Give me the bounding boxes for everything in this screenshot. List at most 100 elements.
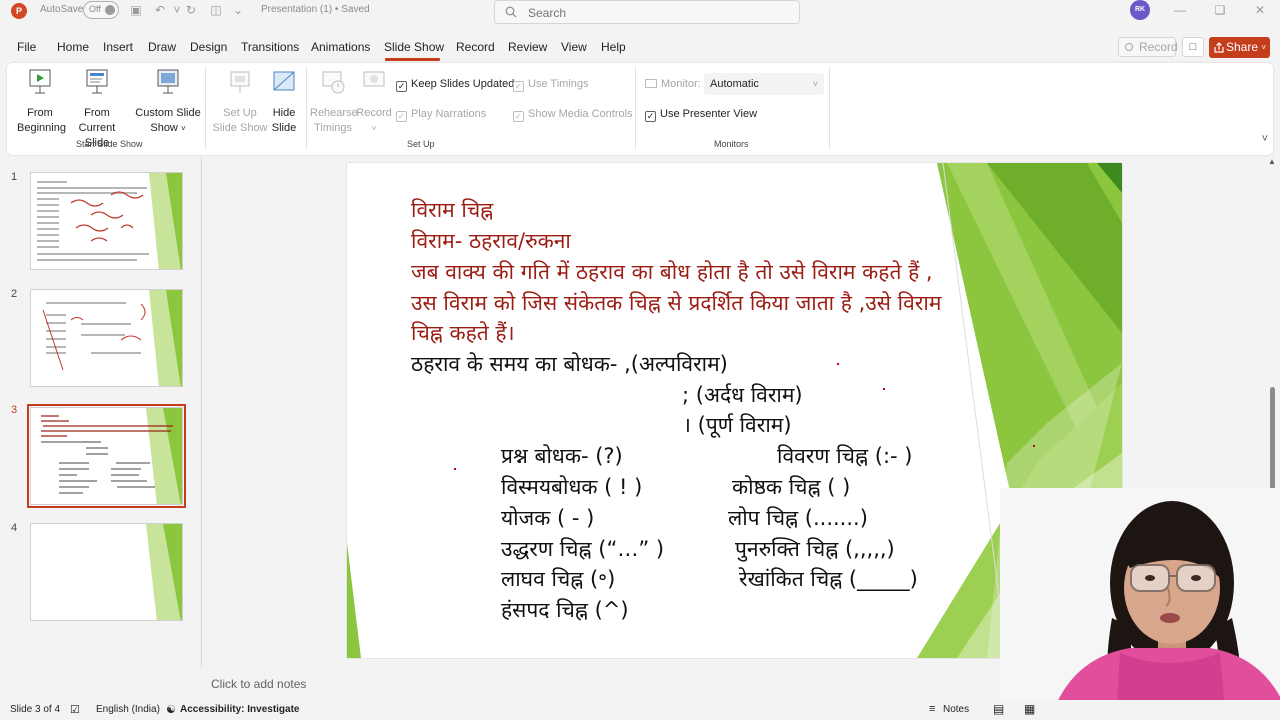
group-set-up: Set Up bbox=[407, 139, 435, 149]
tab-transitions[interactable]: Transitions bbox=[241, 40, 299, 54]
punctuation-item-left[interactable]: विस्मयबोधक ( ! ) bbox=[501, 473, 642, 501]
accessibility-status[interactable]: Accessibility: Investigate bbox=[180, 704, 300, 715]
slide-thumbnail-4[interactable] bbox=[30, 523, 183, 621]
thumbnail-1-preview bbox=[37, 173, 182, 269]
play-narrations-checkbox[interactable]: ✓ Play Narrations bbox=[396, 107, 486, 123]
group-separator bbox=[635, 67, 636, 149]
document-title[interactable]: Presentation (1) • Saved bbox=[261, 4, 370, 15]
ink-dot bbox=[1033, 445, 1035, 447]
scrollbar-thumb[interactable] bbox=[1270, 387, 1275, 492]
monitor-select[interactable]: Automatic ˅ bbox=[704, 73, 824, 95]
slide-sorter-icon[interactable]: ▦ bbox=[1024, 702, 1035, 716]
checkbox-checked-icon: ✓ bbox=[396, 111, 407, 122]
record-ribbon-label: Record bbox=[356, 107, 392, 119]
show-media-controls-checkbox[interactable]: ✓ Show Media Controls bbox=[513, 107, 633, 123]
rehearse-timings-button[interactable]: Rehearse Timings bbox=[310, 69, 358, 136]
definition-line-2[interactable]: उस विराम को जिस संकेतक चिह्न से प्रदर्शि… bbox=[411, 289, 941, 317]
presenter-webcam-overlay bbox=[1000, 488, 1280, 720]
thumbnail-number: 4 bbox=[11, 522, 18, 534]
pane-divider[interactable] bbox=[201, 157, 202, 667]
comments-button[interactable]: □ bbox=[1182, 37, 1204, 57]
search-icon bbox=[505, 6, 517, 18]
punctuation-item-right[interactable]: कोष्ठक चिह्न ( ) bbox=[732, 473, 850, 501]
punctuation-item-left[interactable]: योजक ( - ) bbox=[501, 504, 594, 532]
slide-subtitle[interactable]: विराम- ठहराव/रुकना bbox=[411, 227, 571, 255]
punctuation-item-left[interactable]: प्रश्न बोधक- (?) bbox=[501, 442, 623, 470]
definition-line-1[interactable]: जब वाक्य की गति में ठहराव का बोध होता है… bbox=[411, 258, 933, 286]
tab-slide-show[interactable]: Slide Show bbox=[384, 40, 444, 54]
punctuation-item-right[interactable]: विवरण चिह्न (:- ) bbox=[777, 442, 912, 470]
autosave-toggle[interactable]: Off bbox=[83, 1, 119, 19]
language-indicator[interactable]: English (India) bbox=[96, 704, 160, 715]
punctuation-item-left[interactable]: लाघव चिह्न (॰) bbox=[501, 565, 615, 593]
custom-show-label-2: Show bbox=[150, 122, 178, 134]
monitor-label-row: Monitor: bbox=[645, 77, 701, 93]
undo-icon[interactable]: ↶ bbox=[151, 2, 169, 18]
use-timings-checkbox[interactable]: ✓ Use Timings bbox=[513, 77, 589, 93]
record-button[interactable]: Record bbox=[1118, 37, 1178, 57]
tab-file[interactable]: File bbox=[17, 40, 36, 54]
from-beginning-button[interactable]: From Beginning bbox=[17, 69, 66, 136]
use-presenter-view-checkbox[interactable]: ✓ Use Presenter View bbox=[645, 107, 757, 123]
search-input[interactable] bbox=[528, 4, 778, 21]
slide-thumbnail-3[interactable] bbox=[27, 404, 186, 508]
tab-draw[interactable]: Draw bbox=[148, 40, 176, 54]
semicolon-line[interactable]: ; (अर्दध विराम) bbox=[682, 381, 803, 409]
punctuation-item-right[interactable]: रेखांकित चिह्न (_____) bbox=[739, 565, 918, 593]
share-button[interactable]: Share ˅ bbox=[1209, 37, 1270, 58]
record-slide-show-button[interactable]: Record ˅ bbox=[356, 69, 392, 136]
pause-indicator-line[interactable]: ठहराव के समय का बोधक- ,(अल्पविराम) bbox=[411, 350, 728, 378]
notes-icon[interactable]: ≡ bbox=[929, 703, 935, 715]
slide-count[interactable]: Slide 3 of 4 bbox=[10, 704, 60, 715]
title-bar: P AutoSave Off ▣ ↶ ˅ ↻ ◫ ⌄ Presentation … bbox=[0, 0, 1280, 34]
tab-insert[interactable]: Insert bbox=[103, 40, 133, 54]
punctuation-item-left[interactable]: उद्धरण चिह्न (“…” ) bbox=[501, 535, 664, 563]
setup-label-2: Slide Show bbox=[212, 122, 268, 134]
search-box[interactable] bbox=[494, 0, 800, 24]
from-beginning-qat-icon[interactable]: ◫ bbox=[207, 2, 225, 18]
play-narrations-label: Play Narrations bbox=[411, 108, 487, 120]
slide-thumbnail-2[interactable] bbox=[30, 289, 183, 387]
notes-placeholder[interactable]: Click to add notes bbox=[211, 677, 306, 691]
minimize-icon[interactable]: — bbox=[1168, 2, 1192, 18]
set-up-slide-show-button[interactable]: Set Up Slide Show bbox=[212, 69, 268, 136]
user-avatar[interactable]: RK bbox=[1130, 0, 1150, 20]
setup-label-1: Set Up bbox=[223, 107, 257, 119]
play-from-current-icon bbox=[86, 69, 108, 94]
spelling-check-icon[interactable]: ☑ bbox=[70, 703, 80, 716]
tab-record[interactable]: Record bbox=[456, 40, 495, 54]
group-separator bbox=[829, 67, 830, 149]
scroll-up-icon[interactable]: ▲ bbox=[1268, 157, 1276, 166]
punctuation-item-right[interactable]: लोप चिह्न (.......) bbox=[728, 504, 868, 532]
slide-title[interactable]: विराम चिह्न bbox=[411, 196, 493, 224]
checkbox-checked-icon: ✓ bbox=[645, 111, 656, 122]
tab-animations[interactable]: Animations bbox=[311, 40, 370, 54]
punctuation-item-left[interactable]: हंसपद चिह्न (^) bbox=[501, 596, 629, 624]
tab-help[interactable]: Help bbox=[601, 40, 626, 54]
tab-design[interactable]: Design bbox=[190, 40, 227, 54]
hide-slide-button[interactable]: Hide Slide bbox=[268, 69, 300, 136]
share-icon bbox=[1214, 42, 1224, 53]
tab-view[interactable]: View bbox=[561, 40, 587, 54]
record-icon bbox=[1125, 43, 1133, 51]
tab-home[interactable]: Home bbox=[57, 40, 89, 54]
ribbon-collapse-icon[interactable]: ˅ bbox=[1262, 133, 1268, 145]
restore-icon[interactable]: ❏ bbox=[1208, 2, 1232, 18]
toggle-knob bbox=[105, 5, 115, 15]
definition-line-3[interactable]: चिह्न कहते हैं। bbox=[411, 319, 515, 347]
full-stop-line[interactable]: । (पूर्ण विराम) bbox=[683, 411, 792, 439]
active-tab-indicator bbox=[385, 58, 440, 61]
keep-slides-updated-checkbox[interactable]: ✓ Keep Slides Updated bbox=[396, 77, 514, 93]
normal-view-icon[interactable]: ▤ bbox=[993, 702, 1004, 716]
keep-slides-updated-label: Keep Slides Updated bbox=[411, 78, 515, 90]
punctuation-item-right[interactable]: पुनरुक्ति चिह्न (,,,,,) bbox=[735, 535, 895, 563]
notes-button[interactable]: Notes bbox=[943, 704, 969, 715]
close-icon[interactable]: ✕ bbox=[1248, 2, 1272, 18]
from-beginning-label-1: From bbox=[27, 107, 53, 119]
slide-thumbnail-1[interactable] bbox=[30, 172, 183, 270]
custom-slide-show-button[interactable]: Custom Slide Show ˅ bbox=[135, 69, 201, 136]
redo-icon[interactable]: ↻ bbox=[182, 2, 200, 18]
save-icon[interactable]: ▣ bbox=[127, 2, 145, 18]
tab-review[interactable]: Review bbox=[508, 40, 547, 54]
customize-qat-icon[interactable]: ⌄ bbox=[229, 2, 247, 18]
